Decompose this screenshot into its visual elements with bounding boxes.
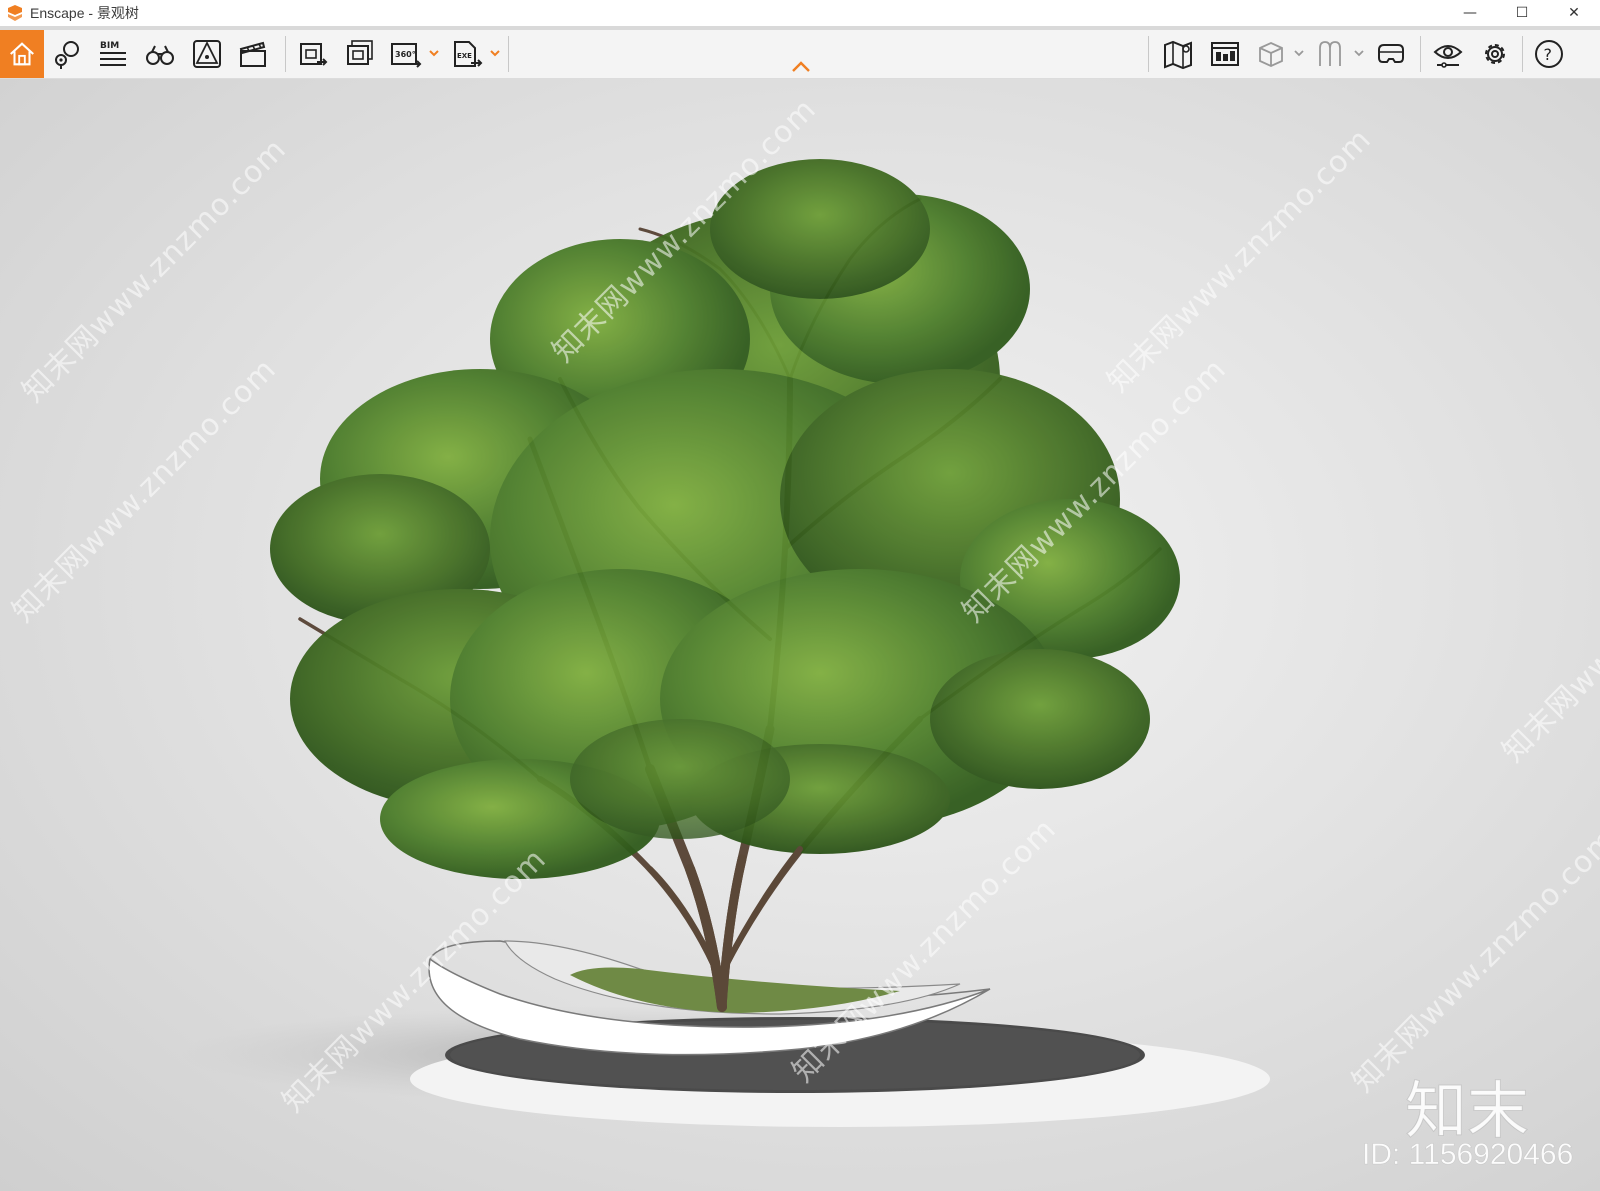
asset-library-button[interactable] [1205, 34, 1245, 74]
chevron-down-icon[interactable] [428, 48, 440, 58]
section-view-button[interactable] [1310, 34, 1350, 74]
visual-settings-button[interactable] [1428, 34, 1468, 74]
minimize-button[interactable]: — [1444, 0, 1496, 26]
bim-button[interactable]: BIM [93, 34, 133, 74]
visual-settings-eye-icon [1433, 45, 1463, 68]
settings-button[interactable] [1475, 34, 1515, 74]
brand-watermark: 知末 [1404, 1074, 1530, 1148]
help-icon: ? [1535, 40, 1563, 68]
location-pin-icon [55, 41, 79, 69]
toolbar-separator [1420, 36, 1421, 72]
bim-label: BIM [100, 41, 119, 51]
home-button[interactable] [0, 30, 44, 78]
asset-library-icon [1211, 42, 1239, 66]
main-toolbar: BIM 360° EXE ? [0, 30, 1600, 79]
panorama-360-icon: 360° [391, 43, 422, 68]
window-title: Enscape - 景观树 [30, 3, 139, 23]
map-icon [1164, 40, 1192, 70]
title-separator: - [84, 5, 97, 21]
image-id-label: ID: 1156920466 [1362, 1138, 1574, 1172]
help-button[interactable]: ? [1529, 34, 1569, 74]
chevron-down-icon[interactable] [489, 48, 501, 58]
batch-render-icon [347, 40, 373, 65]
tree-scene-illustration [180, 159, 1270, 1127]
batch-render-button[interactable] [340, 34, 380, 74]
document-name: 景观树 [96, 5, 139, 21]
binoculars-icon [146, 45, 174, 65]
views-button[interactable] [47, 34, 87, 74]
toolbar-separator [1522, 36, 1523, 72]
render-viewport[interactable]: 知末网www.znzmo.com 知末网www.znzmo.com 知末网www… [0, 79, 1600, 1191]
video-editor-button[interactable] [233, 34, 273, 74]
help-label: ? [1544, 45, 1553, 64]
settings-gear-icon [1485, 44, 1505, 64]
cube-view-icon [1259, 42, 1283, 67]
window-controls: — ☐ ✕ [1444, 0, 1600, 26]
title-bar: Enscape - 景观树 — ☐ ✕ [0, 0, 1600, 26]
chevron-up-icon[interactable] [790, 60, 812, 74]
enscape-logo-icon [8, 5, 22, 21]
toolbar-separator [1148, 36, 1149, 72]
maximize-button[interactable]: ☐ [1496, 0, 1548, 26]
render-screenshot-icon [300, 43, 328, 66]
section-view-icon [1319, 41, 1341, 66]
cube-view-button[interactable] [1251, 34, 1291, 74]
export-exe-icon: EXE [454, 41, 483, 67]
home-icon [10, 42, 34, 66]
chevron-down-icon[interactable] [1293, 48, 1305, 58]
screenshot-button[interactable] [293, 34, 333, 74]
toolbar-separator [508, 36, 509, 72]
walk-mode-button[interactable] [140, 34, 180, 74]
app-name: Enscape [30, 5, 85, 21]
vr-headset-icon [1378, 44, 1404, 63]
perspective-icon [193, 40, 221, 68]
exe-label: EXE [457, 52, 472, 60]
chevron-down-icon[interactable] [1353, 48, 1365, 58]
map-button[interactable] [1158, 34, 1198, 74]
panorama-button[interactable]: 360° [386, 34, 426, 74]
perspective-button[interactable] [187, 34, 227, 74]
vr-headset-button[interactable] [1371, 34, 1411, 74]
toolbar-separator [285, 36, 286, 72]
export-exe-button[interactable]: EXE [447, 34, 487, 74]
close-button[interactable]: ✕ [1548, 0, 1600, 26]
panorama-label: 360° [395, 50, 416, 59]
clapperboard-icon [239, 41, 266, 67]
bim-icon: BIM [100, 41, 126, 66]
